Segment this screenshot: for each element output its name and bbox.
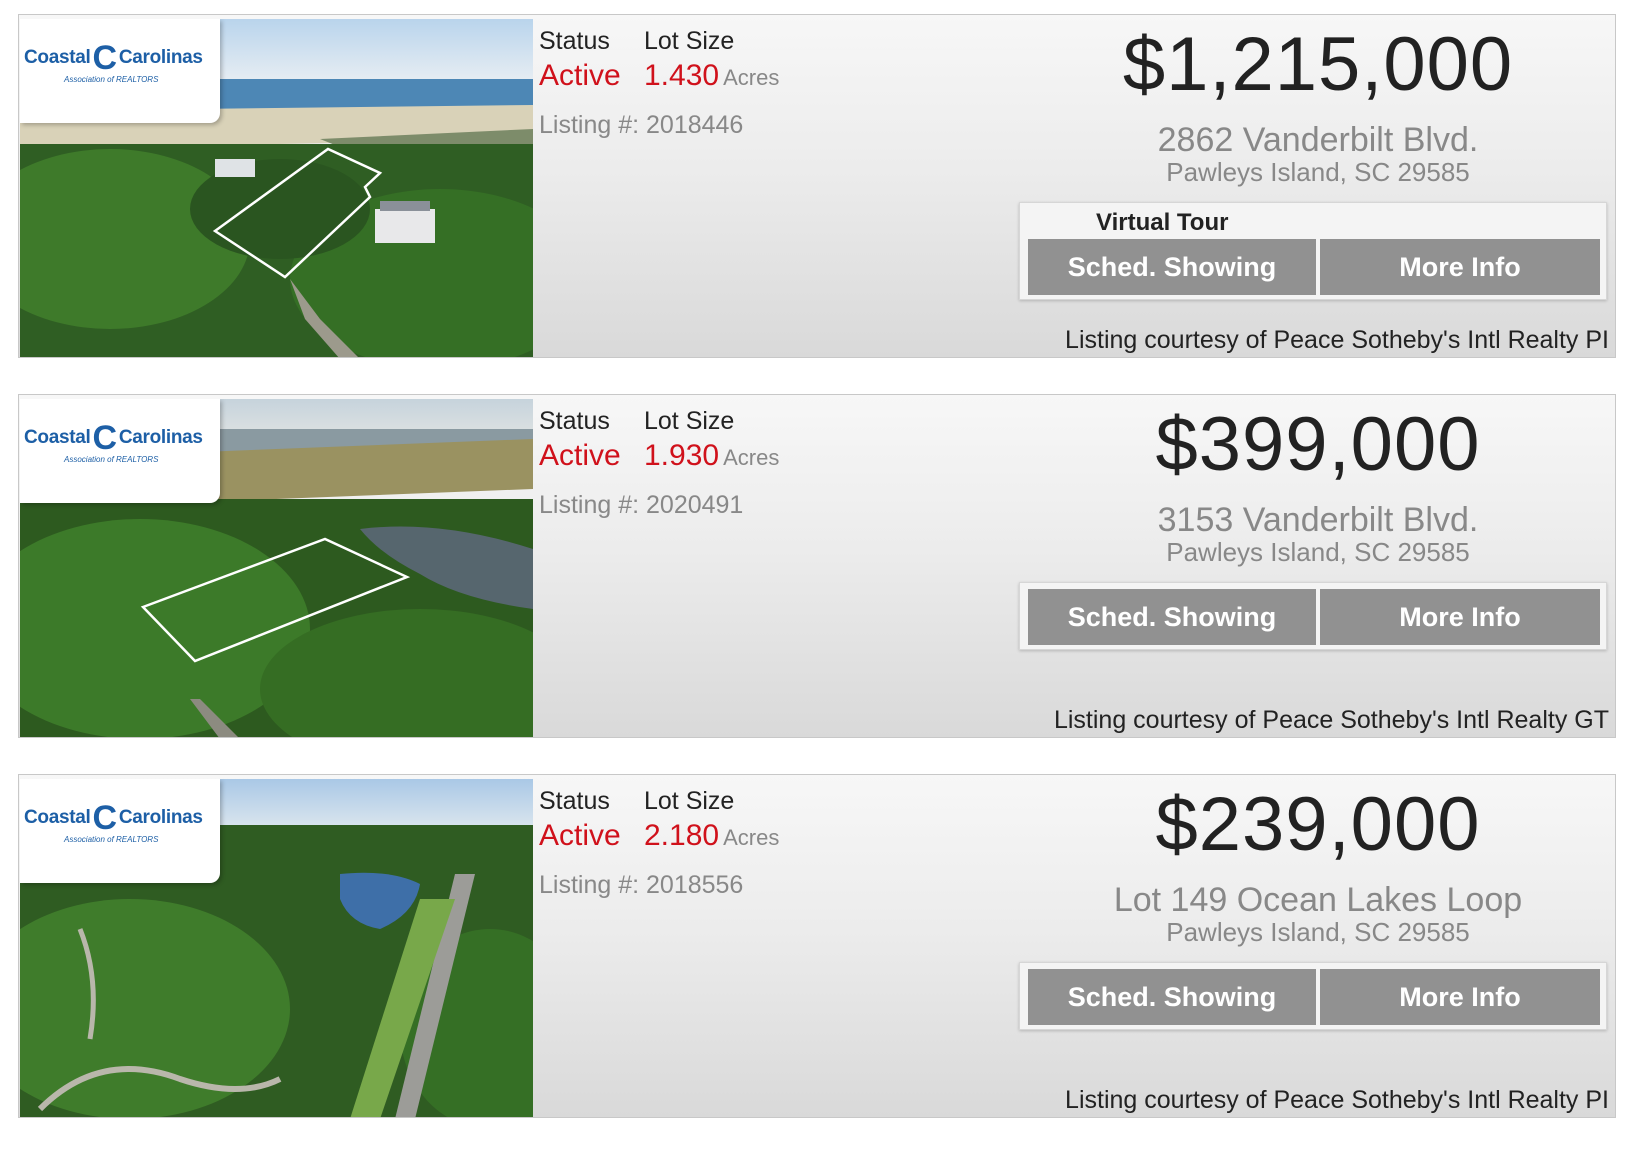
street-address[interactable]: Lot 149 Ocean Lakes Loop [1019, 881, 1615, 920]
sched-showing-button[interactable]: Sched. Showing [1028, 239, 1316, 295]
action-box: Sched. Showing More Info [1019, 582, 1607, 650]
lot-size-unit: Acres [723, 65, 780, 90]
city-address: Pawleys Island, SC 29585 [1166, 537, 1470, 567]
action-box: Sched. Showing More Info [1019, 962, 1607, 1030]
action-box: Virtual Tour Sched. Showing More Info [1019, 202, 1607, 300]
street-address[interactable]: 2862 Vanderbilt Blvd. [1019, 121, 1615, 160]
city-address: Pawleys Island, SC 29585 [1166, 157, 1470, 187]
listing-courtesy: Listing courtesy of Peace Sotheby's Intl… [1065, 1086, 1609, 1114]
lot-size-label: Lot Size [644, 407, 735, 435]
logo-subtitle: Association of REALTORS [64, 75, 159, 84]
logo-text-coastal: Coastal [24, 807, 91, 828]
association-logo: CoastalC Carolinas Association of REALTOR… [20, 779, 220, 883]
listing-number: Listing #: 2018556 [539, 871, 744, 899]
lot-size-value: 1.930 Acres [644, 439, 779, 473]
logo-text-carolinas: Carolinas [118, 47, 203, 68]
property-photo[interactable]: CoastalC Carolinas Association of REALTOR… [20, 399, 533, 737]
lot-size-number: 2.180 [644, 819, 720, 852]
city-address: Pawleys Island, SC 29585 [1166, 917, 1470, 947]
more-info-button[interactable]: More Info [1320, 239, 1600, 295]
association-logo: CoastalC Carolinas Association of REALTOR… [20, 19, 220, 123]
listing-price: $399,000 [1155, 402, 1481, 487]
listing-courtesy: Listing courtesy of Peace Sotheby's Intl… [1053, 706, 1609, 734]
status-value: Active [539, 59, 621, 92]
property-photo[interactable]: CoastalC Carolinas Association of REALTOR… [20, 779, 533, 1117]
lot-size-unit: Acres [723, 825, 780, 850]
lot-size-number: 1.930 [644, 439, 720, 472]
sched-showing-button[interactable]: Sched. Showing [1028, 969, 1316, 1025]
listing-list: CoastalC Carolinas Association of REALTOR… [18, 14, 1616, 1154]
logo-text-coastal: Coastal [24, 427, 91, 448]
virtual-tour-link[interactable]: Virtual Tour [1096, 209, 1228, 237]
logo-text-carolinas: Carolinas [118, 807, 203, 828]
lot-size-label: Lot Size [644, 27, 735, 55]
sched-showing-button[interactable]: Sched. Showing [1028, 589, 1316, 645]
more-info-button[interactable]: More Info [1320, 969, 1600, 1025]
association-logo: CoastalC Carolinas Association of REALTOR… [20, 399, 220, 503]
listing-card: CoastalC Carolinas Association of REALTOR… [18, 394, 1616, 738]
listing-card: CoastalC Carolinas Association of REALTOR… [18, 14, 1616, 358]
listing-price: $1,215,000 [1122, 22, 1514, 107]
status-value: Active [539, 819, 621, 852]
listing-price: $239,000 [1155, 782, 1481, 867]
listing-number: Listing #: 2018446 [539, 111, 744, 139]
more-info-button[interactable]: More Info [1320, 589, 1600, 645]
status-label: Status [539, 407, 610, 435]
lot-size-unit: Acres [723, 445, 780, 470]
status-label: Status [539, 27, 610, 55]
logo-text-coastal: Coastal [24, 47, 91, 68]
lot-size-number: 1.430 [644, 59, 720, 92]
listing-courtesy: Listing courtesy of Peace Sotheby's Intl… [1065, 326, 1609, 354]
lot-size-value: 2.180 Acres [644, 819, 779, 853]
lot-size-value: 1.430 Acres [644, 59, 779, 93]
street-address[interactable]: 3153 Vanderbilt Blvd. [1019, 501, 1615, 540]
logo-c-icon: C [92, 799, 118, 837]
status-value: Active [539, 439, 621, 472]
logo-text-carolinas: Carolinas [118, 427, 203, 448]
status-label: Status [539, 787, 610, 815]
lot-size-label: Lot Size [644, 787, 735, 815]
logo-subtitle: Association of REALTORS [64, 455, 159, 464]
listing-number: Listing #: 2020491 [539, 491, 744, 519]
logo-subtitle: Association of REALTORS [64, 835, 159, 844]
property-photo[interactable]: CoastalC Carolinas Association of REALTOR… [20, 19, 533, 357]
logo-c-icon: C [92, 39, 118, 77]
listing-card: CoastalC Carolinas Association of REALTOR… [18, 774, 1616, 1118]
logo-c-icon: C [92, 419, 118, 457]
